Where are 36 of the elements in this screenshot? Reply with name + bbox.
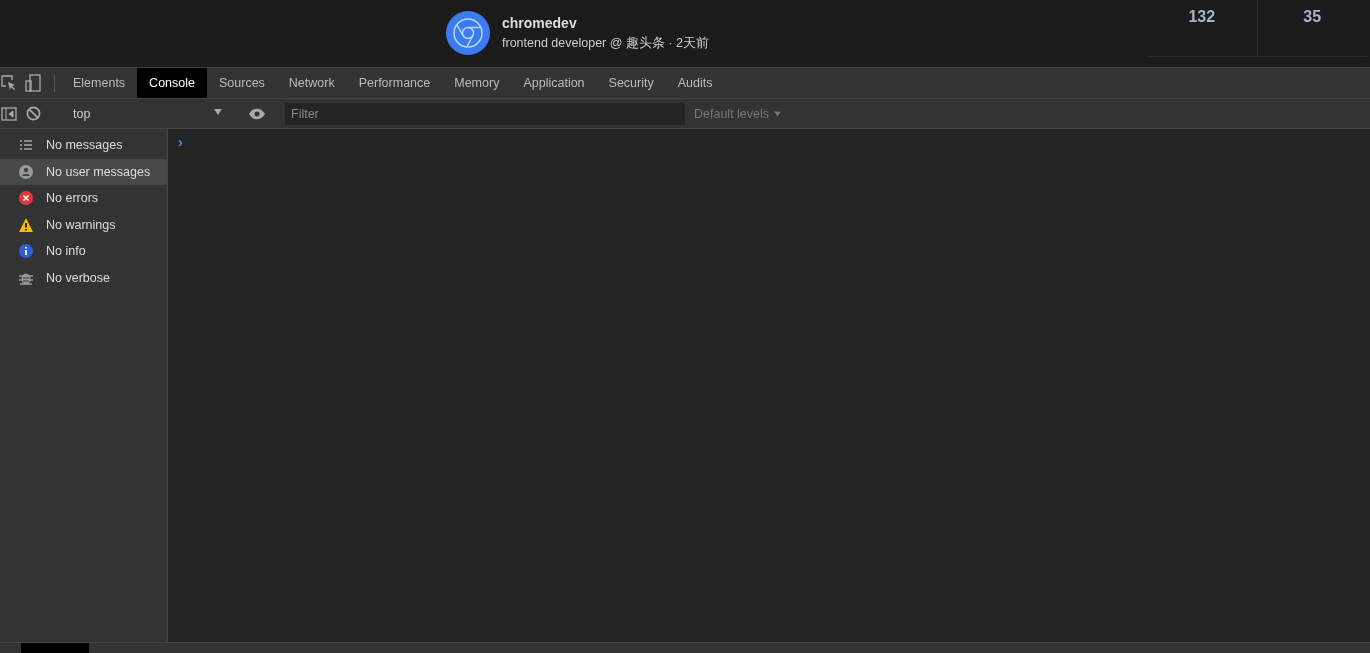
item-label: No errors <box>46 191 99 206</box>
error-icon <box>18 190 34 207</box>
context-select[interactable]: top <box>61 106 229 121</box>
item-label: No messages <box>46 138 123 153</box>
profile-subtitle: frontend developer @ 趣头条 · 2天前 <box>502 34 709 52</box>
filter-field[interactable]: Filter <box>285 102 685 125</box>
item-label: No warnings <box>46 217 116 232</box>
item-label: No verbose <box>46 270 110 285</box>
panel-tab[interactable]: Network <box>276 68 347 98</box>
user-icon <box>18 163 34 180</box>
sidebar-item[interactable]: No user messages <box>0 158 167 185</box>
panel-tab[interactable]: Audits <box>665 68 725 98</box>
stat-count: 132 <box>1187 7 1217 27</box>
panel-tab[interactable]: Memory <box>442 68 512 98</box>
panel-tab[interactable]: Security <box>596 68 666 98</box>
prompt-icon: › <box>178 134 183 150</box>
sidebar-item[interactable]: No errors <box>0 185 167 212</box>
sidebar-toggle-icon[interactable] <box>0 106 18 121</box>
caret-icon <box>213 106 223 117</box>
panel-tab[interactable]: Sources <box>207 68 277 98</box>
avatar-icon <box>446 11 490 55</box>
sidebar-item[interactable]: No verbose <box>0 264 167 291</box>
item-label: No info <box>46 244 86 259</box>
info-icon <box>18 243 34 260</box>
warning-icon <box>18 216 34 233</box>
sidebar-item[interactable]: No warnings <box>0 211 167 238</box>
item-label: No user messages <box>46 164 151 179</box>
sidebar-item[interactable]: No info <box>0 238 167 265</box>
panel-tab[interactable]: Elements <box>61 68 138 98</box>
panel-tab[interactable]: Console <box>137 68 207 98</box>
panel-tab[interactable]: Performance <box>346 68 443 98</box>
sidebar-item[interactable]: No messages <box>0 132 167 159</box>
caret-icon <box>773 109 783 118</box>
profile-name[interactable]: chromedev <box>502 14 709 31</box>
panel-tab[interactable]: Application <box>511 68 597 98</box>
stat-count: 35 <box>1256 0 1367 56</box>
